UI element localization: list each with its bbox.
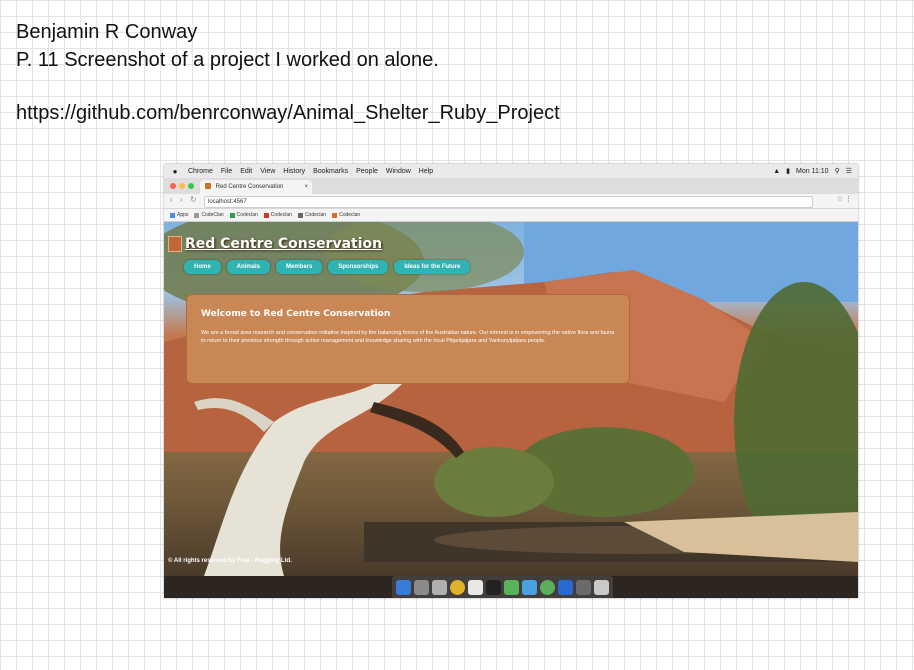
menu-edit[interactable]: Edit xyxy=(240,168,252,175)
browser-tab[interactable]: Red Centre Conservation × xyxy=(200,180,312,194)
mac-menubar: ● Chrome File Edit View History Bookmark… xyxy=(164,164,858,178)
note-line-caption: P. 11 Screenshot of a project I worked o… xyxy=(16,49,439,71)
bookmark-item[interactable]: Codeclan xyxy=(297,212,326,218)
document-icon[interactable] xyxy=(468,579,483,595)
landscape-photo xyxy=(164,222,858,576)
welcome-text: We are a broad area research and conserv… xyxy=(201,330,615,344)
logo-icon xyxy=(168,236,182,252)
menu-bookmarks[interactable]: Bookmarks xyxy=(313,168,348,175)
note-line-url[interactable]: https://github.com/benrconway/Animal_She… xyxy=(16,101,560,125)
zoom-window-icon[interactable] xyxy=(188,183,194,189)
folder-icon[interactable] xyxy=(522,579,537,595)
menu-view[interactable]: View xyxy=(260,168,275,175)
app-store-icon[interactable] xyxy=(558,579,573,595)
close-window-icon[interactable] xyxy=(170,183,176,189)
nav-members[interactable]: Members xyxy=(276,260,323,274)
nav-ideas[interactable]: Ideas for the Future xyxy=(394,260,471,274)
welcome-heading: Welcome to Red Centre Conservation xyxy=(201,309,391,319)
welcome-panel: Welcome to Red Centre Conservation We ar… xyxy=(186,294,630,384)
nav-animals[interactable]: Animals xyxy=(226,260,271,274)
globe-icon[interactable] xyxy=(540,579,555,595)
close-tab-icon[interactable]: × xyxy=(304,180,308,194)
menu-help[interactable]: Help xyxy=(419,168,433,175)
menu-window[interactable]: Window xyxy=(386,168,411,175)
apple-icon[interactable]: ● xyxy=(170,167,180,176)
tab-bar: Red Centre Conservation × xyxy=(164,178,858,194)
menu-chrome[interactable]: Chrome xyxy=(188,168,213,175)
tab-title: Red Centre Conservation xyxy=(215,184,284,190)
menu-history[interactable]: History xyxy=(283,168,305,175)
terminal-icon[interactable] xyxy=(486,579,501,595)
battery-icon[interactable]: ▮ xyxy=(786,167,790,175)
app-icon[interactable] xyxy=(504,579,519,595)
bookmarks-bar: Apps CodeClan Codeclan Codeclan Codeclan… xyxy=(164,209,858,222)
chrome-icon[interactable] xyxy=(450,579,465,595)
menu-people[interactable]: People xyxy=(356,168,378,175)
address-bar: ‹ › ↻ localhost:4567 ☆ ⋮ xyxy=(164,194,858,209)
list-icon[interactable]: ☰ xyxy=(846,167,852,175)
bookmark-item[interactable]: Codeclan xyxy=(263,212,292,218)
site-nav: Home Animals Members Sponsorships Ideas … xyxy=(184,260,471,274)
back-icon[interactable]: ‹ xyxy=(170,195,173,204)
nav-sponsorships[interactable]: Sponsorships xyxy=(328,260,389,274)
site-logo[interactable]: Red Centre Conservation xyxy=(168,236,382,252)
star-icon[interactable]: ☆ ⋮ xyxy=(837,195,852,203)
note-line-name: Benjamin R Conway xyxy=(16,21,198,43)
reload-icon[interactable]: ↻ xyxy=(190,195,197,204)
search-icon[interactable]: ⚲ xyxy=(835,167,840,175)
bookmark-item[interactable]: Codeclan xyxy=(229,212,258,218)
bookmark-item[interactable]: Apps xyxy=(170,212,188,218)
preferences-icon[interactable] xyxy=(576,579,591,595)
minimize-window-icon[interactable] xyxy=(179,183,185,189)
web-page: Red Centre Conservation Home Animals Mem… xyxy=(164,222,858,576)
embedded-screenshot: ● Chrome File Edit View History Bookmark… xyxy=(164,164,858,598)
site-footer: © All rights reserved by Free - Rugging … xyxy=(168,558,292,564)
site-title[interactable]: Red Centre Conservation xyxy=(185,236,382,252)
bookmark-item[interactable]: Codeclan xyxy=(332,212,360,218)
trash-icon[interactable] xyxy=(594,579,609,595)
finder-icon[interactable] xyxy=(396,579,411,595)
menu-file[interactable]: File xyxy=(221,168,232,175)
wifi-icon[interactable]: ▲ xyxy=(773,168,780,175)
favicon-icon xyxy=(205,183,211,190)
bookmark-item[interactable]: CodeClan xyxy=(194,212,224,218)
url-field[interactable]: localhost:4567 xyxy=(204,196,813,208)
mac-dock xyxy=(392,576,613,598)
forward-icon[interactable]: › xyxy=(180,195,183,204)
nav-home[interactable]: Home xyxy=(184,260,221,274)
photos-icon[interactable] xyxy=(432,579,447,595)
menubar-clock: Mon 11:10 xyxy=(796,167,829,175)
launchpad-icon[interactable] xyxy=(414,579,429,595)
